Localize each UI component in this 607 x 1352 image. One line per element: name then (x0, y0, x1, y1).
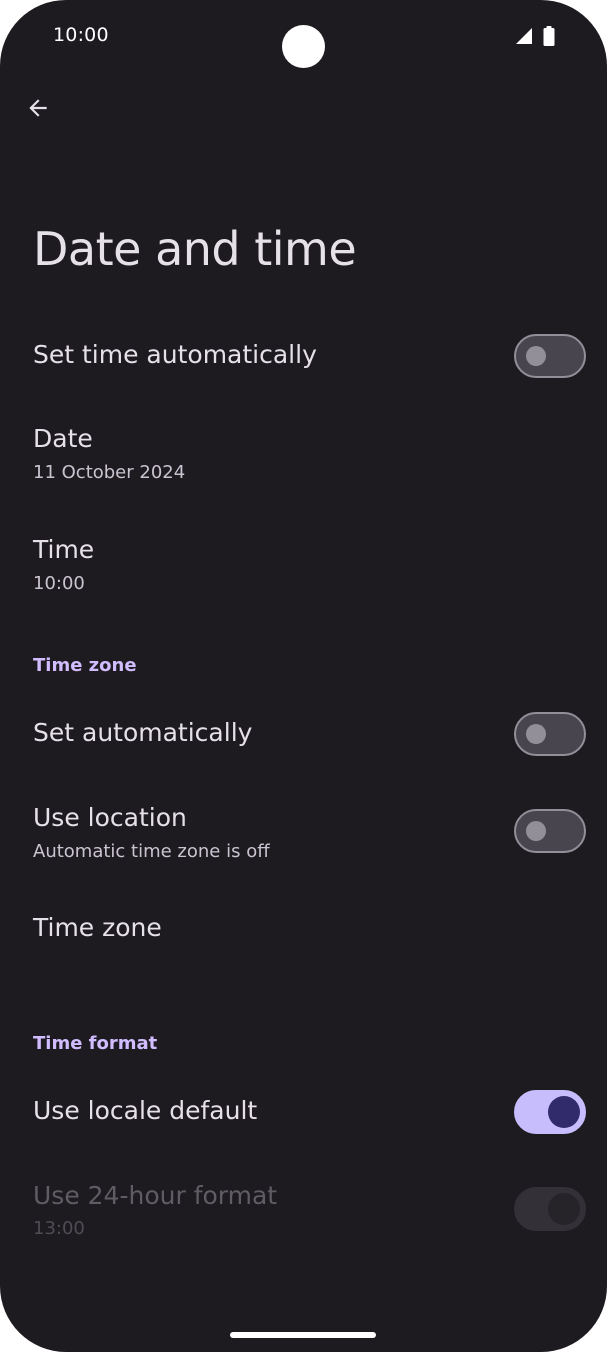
set-time-automatically-switch[interactable] (514, 334, 586, 378)
set-time-automatically-row[interactable]: Set time automatically (0, 310, 607, 402)
use-location-label: Use location (33, 803, 187, 832)
set-time-automatically-label: Set time automatically (33, 340, 317, 369)
switch-thumb (526, 821, 546, 841)
page-title: Date and time (33, 222, 357, 276)
use-location-summary: Automatic time zone is off (33, 841, 270, 862)
switch-thumb (548, 1193, 580, 1225)
status-bar-time: 10:00 (53, 24, 109, 46)
switch-thumb (548, 1096, 580, 1128)
use-locale-default-row[interactable]: Use locale default (0, 1066, 607, 1158)
time-zone-row[interactable]: Time zone (0, 898, 607, 990)
use-location-switch[interactable] (514, 809, 586, 853)
set-time-zone-automatically-row[interactable]: Set automatically (0, 688, 607, 780)
cell-signal-icon (515, 27, 533, 45)
time-format-section-header: Time format (33, 1033, 158, 1054)
use-24-hour-format-switch (514, 1187, 586, 1231)
time-label: Time (33, 535, 95, 564)
time-zone-label: Time zone (33, 913, 162, 942)
arrow-back-icon (25, 95, 51, 125)
use-locale-default-switch[interactable] (514, 1090, 586, 1134)
switch-thumb (526, 724, 546, 744)
battery-icon (543, 26, 555, 46)
date-row[interactable]: Date 11 October 2024 (0, 408, 607, 512)
set-time-zone-automatically-switch[interactable] (514, 712, 586, 756)
date-value: 11 October 2024 (33, 462, 186, 483)
phone-screen: 10:00 Date and time Set time automatical… (0, 0, 607, 1352)
time-row[interactable]: Time 10:00 (0, 520, 607, 624)
use-24-hour-format-example: 13:00 (33, 1218, 85, 1239)
camera-cutout (282, 25, 325, 68)
use-locale-default-label: Use locale default (33, 1096, 258, 1125)
use-24-hour-format-label: Use 24-hour format (33, 1181, 278, 1210)
date-label: Date (33, 424, 93, 453)
use-location-row[interactable]: Use location Automatic time zone is off (0, 786, 607, 890)
time-zone-section-header: Time zone (33, 655, 137, 676)
back-button[interactable] (14, 86, 62, 134)
time-value: 10:00 (33, 573, 85, 594)
status-bar-icons (515, 26, 555, 46)
use-24-hour-format-row: Use 24-hour format 13:00 (0, 1164, 607, 1268)
switch-thumb (526, 346, 546, 366)
gesture-navigation-handle[interactable] (230, 1332, 376, 1338)
set-automatically-label: Set automatically (33, 718, 253, 747)
